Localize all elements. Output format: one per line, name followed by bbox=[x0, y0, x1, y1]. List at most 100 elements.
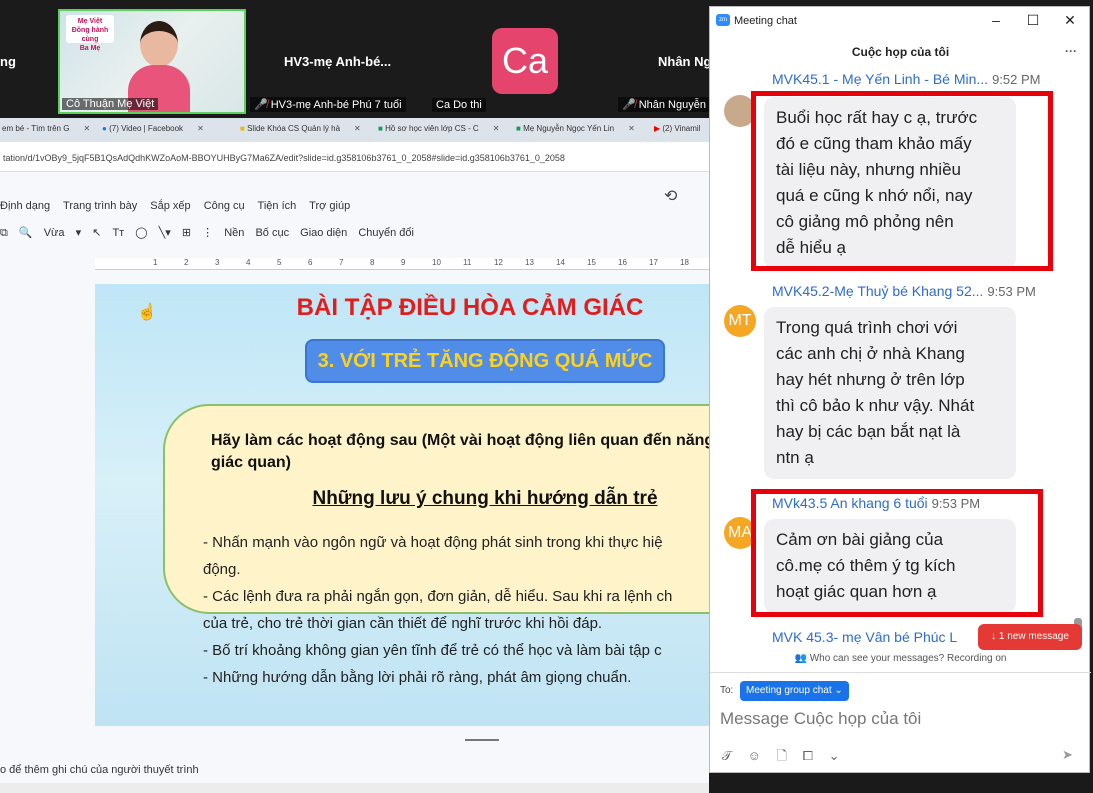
background-button[interactable]: Nền bbox=[224, 227, 244, 239]
ruler: 12345678910111213141516171819 bbox=[95, 258, 720, 270]
chat-title: Cuộc họp của tôi bbox=[851, 45, 950, 59]
ruler-number: 7 bbox=[339, 258, 344, 267]
recipient-dropdown[interactable]: Meeting group chat ⌄ bbox=[740, 681, 849, 701]
card-heading: Hãy làm các hoạt động sau (Một vài hoạt … bbox=[211, 432, 710, 471]
ruler-number: 4 bbox=[246, 258, 251, 267]
close-icon[interactable]: ✕ bbox=[628, 124, 635, 133]
ruler-number: 16 bbox=[618, 258, 627, 267]
message-input[interactable]: Message Cuộc họp của tôi bbox=[720, 709, 1080, 729]
tab-search[interactable]: em bé - Tìm trên G ✕ bbox=[2, 124, 90, 133]
ruler-number: 8 bbox=[370, 258, 375, 267]
chevron-down-icon: ⌄ bbox=[834, 685, 843, 696]
shape-icon[interactable]: ◯ bbox=[135, 226, 147, 239]
bullet-line: - Các lệnh đưa ra phải ngắn gọn, đơn giả… bbox=[203, 588, 673, 605]
screenshot-icon[interactable]: ⧠ bbox=[803, 748, 813, 763]
transition-button[interactable]: Chuyển đổi bbox=[358, 227, 414, 239]
ruler-number: 15 bbox=[587, 258, 596, 267]
menu-extensions[interactable]: Tiện ích bbox=[258, 200, 297, 212]
menu-arrange[interactable]: Sắp xếp bbox=[150, 200, 190, 212]
comment-icon[interactable]: ⊞ bbox=[182, 226, 191, 239]
menu-tools[interactable]: Công cụ bbox=[204, 200, 245, 212]
participant-name: Nhân Ng bbox=[658, 54, 712, 69]
slide-title: BÀI TẬP ĐIỀU HÒA CẢM GIÁC bbox=[296, 294, 644, 321]
history-icon[interactable]: ⟲ bbox=[664, 186, 682, 205]
participant-video[interactable]: Mẹ Việt Đồng hành cùng Ba Mẹ Cô Thuận Mẹ V… bbox=[58, 9, 246, 114]
chevron-down-icon[interactable]: ▾ bbox=[76, 226, 82, 239]
message-time: 9:52 PM bbox=[992, 72, 1041, 87]
bullet-line: - Bố trí khoảng không gian yên tĩnh để t… bbox=[203, 642, 662, 659]
theme-button[interactable]: Giao diện bbox=[300, 227, 347, 239]
chevron-down-icon[interactable]: ⌄ bbox=[829, 748, 840, 763]
menu-bar: Định dạng Trang trình bày Sắp xếp Công c… bbox=[0, 200, 360, 212]
window-titlebar: zm Meeting chat – ☐ ✕ bbox=[710, 7, 1091, 35]
maximize-icon[interactable]: ☐ bbox=[1025, 12, 1041, 28]
participant-name: ng bbox=[0, 54, 16, 69]
minimize-icon[interactable]: – bbox=[988, 12, 1004, 28]
bullet-line: của trẻ, cho trẻ thời gian cần thiết để … bbox=[203, 615, 603, 632]
speaker-notes[interactable]: o để thêm ghi chú của người thuyết trình bbox=[0, 764, 199, 776]
send-icon[interactable]: ➤ bbox=[1062, 747, 1073, 763]
format-icon[interactable]: 𝒯 bbox=[722, 748, 732, 763]
to-label: To: bbox=[720, 685, 734, 696]
image-icon[interactable]: ⧉ bbox=[0, 227, 8, 240]
slide-canvas[interactable]: BÀI TẬP ĐIỀU HÒA CẢM GIÁC 3. VỚI TRẺ TĂN… bbox=[95, 284, 710, 726]
brand-logo: Mẹ Việt Đồng hành cùng Ba Mẹ bbox=[66, 15, 114, 52]
emoji-icon[interactable]: ☺ bbox=[748, 748, 761, 763]
file-icon[interactable]: 🗋 bbox=[777, 748, 787, 763]
select-cursor-icon[interactable]: ↖ bbox=[92, 226, 101, 239]
close-icon[interactable]: ✕ bbox=[83, 124, 90, 133]
tab-slides[interactable]: ■ Slide Khóa CS Quản lý hà ✕ bbox=[240, 124, 361, 133]
slides-editor: Định dạng Trang trình bày Sắp xếp Công c… bbox=[0, 172, 720, 793]
layout-button[interactable]: Bố cục bbox=[255, 227, 289, 239]
line-icon[interactable]: ╲▾ bbox=[159, 226, 171, 239]
sheets-icon: ■ bbox=[516, 124, 521, 133]
textbox-icon[interactable]: Tт bbox=[112, 227, 124, 239]
ruler-number: 10 bbox=[432, 258, 441, 267]
video-label: Cô Thuận Mẹ Việt bbox=[62, 98, 159, 110]
menu-slide[interactable]: Trang trình bày bbox=[63, 200, 137, 212]
tab-youtube[interactable]: ▶ (2) Vinamil bbox=[654, 124, 700, 133]
ruler-number: 12 bbox=[494, 258, 503, 267]
ruler-number: 1 bbox=[153, 258, 158, 267]
menu-help[interactable]: Trợ giúp bbox=[309, 200, 350, 212]
chat-header: Cuộc họp của tôi ··· bbox=[710, 35, 1091, 67]
close-icon[interactable]: ✕ bbox=[354, 124, 361, 133]
message-sender: MVK45.1 - Mẹ Yến Linh - Bé Min... 9:52 PM bbox=[772, 71, 1041, 87]
message-list[interactable]: MVK45.1 - Mẹ Yến Linh - Bé Min... 9:52 PM… bbox=[710, 67, 1091, 651]
participant-tile-2[interactable]: HV3-mẹ Anh-bé... 🎤̸ HV3-mẹ Anh-bé Phú 7 t… bbox=[250, 10, 430, 114]
participant-avatar: Ca bbox=[492, 28, 558, 94]
slide-subtitle: 3. VỚI TRẺ TĂNG ĐỘNG QUÁ MỨC bbox=[305, 339, 665, 383]
zoom-select[interactable]: Vừa bbox=[44, 227, 65, 239]
close-icon[interactable]: ✕ bbox=[493, 124, 500, 133]
mic-muted-icon: 🎤̸ bbox=[254, 99, 268, 111]
menu-format[interactable]: Định dạng bbox=[0, 200, 50, 212]
participant-label: 🎤̸ Nhân Nguyễn bbox=[618, 97, 710, 112]
more-options-icon[interactable]: ··· bbox=[1065, 44, 1077, 58]
tab-sheets-2[interactable]: ■ Mẹ Nguyễn Ngọc Yến Lin ✕ bbox=[516, 124, 635, 133]
address-bar[interactable]: tation/d/1vOBy9_5jqF5B1QsAdQdhKWZoAoM-BB… bbox=[0, 142, 710, 172]
ruler-number: 5 bbox=[277, 258, 282, 267]
ruler-number: 18 bbox=[680, 258, 689, 267]
ruler-number: 9 bbox=[401, 258, 406, 267]
close-icon[interactable]: ✕ bbox=[1062, 12, 1078, 28]
fill-color-icon[interactable]: ⋮ bbox=[202, 226, 213, 239]
mic-muted-icon: 🎤̸ bbox=[622, 99, 636, 111]
participant-name: HV3-mẹ Anh-bé... bbox=[284, 54, 392, 69]
participant-label: 🎤̸ HV3-mẹ Anh-bé Phú 7 tuổi bbox=[250, 97, 406, 112]
filmstrip-divider[interactable] bbox=[465, 739, 499, 741]
meeting-chat-window: zm Meeting chat – ☐ ✕ Cuộc họp của tôi ·… bbox=[709, 6, 1091, 773]
tab-sheets[interactable]: ■ Hồ sơ học viên lớp CS - C ✕ bbox=[378, 124, 499, 133]
tab-facebook[interactable]: ● (7) Video | Facebook ✕ bbox=[102, 124, 204, 133]
message-sender: MVK45.2-Mẹ Thuỷ bé Khang 52... 9:53 PM bbox=[772, 283, 1036, 299]
compose-toolbar: 𝒯 ☺ 🗋 ⧠ ⌄ bbox=[722, 747, 852, 769]
zoom-icon[interactable]: 🔍 bbox=[19, 226, 33, 239]
message-sender: MVK 45.3- mẹ Vân bé Phúc L bbox=[772, 629, 958, 645]
participant-tile-1[interactable]: ng bbox=[0, 10, 56, 114]
privacy-note[interactable]: 👥 Who can see your messages? Recording o… bbox=[710, 653, 1091, 664]
youtube-icon: ▶ bbox=[654, 124, 661, 133]
new-message-button[interactable]: ↓ 1 new message bbox=[978, 624, 1082, 650]
window-title: Meeting chat bbox=[734, 15, 797, 27]
close-icon[interactable]: ✕ bbox=[197, 124, 204, 133]
participant-tile-4[interactable]: Nhân Ng 🎤̸ Nhân Nguyễn bbox=[618, 10, 712, 114]
avatar: MT bbox=[724, 305, 756, 337]
